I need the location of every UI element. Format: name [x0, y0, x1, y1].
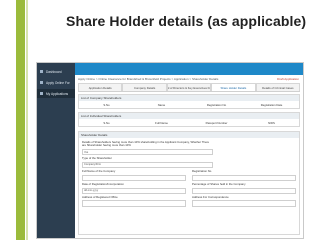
registered-address-input[interactable] [82, 200, 186, 207]
dashboard-icon [40, 70, 43, 73]
form-row: Full Name of the Company Registration No [82, 168, 296, 182]
column-header: NIDS [268, 120, 275, 125]
slide-accent-stripe [26, 0, 28, 240]
correspondence-address-input[interactable] [192, 200, 296, 207]
sidebar-item-label: Dashboard [46, 69, 62, 74]
sidebar: Dashboard Apply Online For My Applicatio… [37, 63, 75, 238]
apply-icon [40, 81, 43, 84]
top-header-bar [75, 63, 303, 75]
shareholder-type-label: Type of the Shareholder [82, 156, 112, 161]
column-header: Passport Number [205, 120, 228, 125]
slide-title: Share Holder details (as applicable) [66, 13, 307, 29]
tab-company-details[interactable]: Company Details [122, 83, 167, 91]
sidebar-item-label: My Applications [46, 91, 69, 96]
sidebar-item-label: Apply Online For [46, 80, 70, 85]
registered-address-label: Address of Registered Office [82, 195, 118, 200]
form-row: Date of Registration/Incorporation dd-mm… [82, 181, 296, 195]
individual-shareholders-panel: List of Individual Shareholders S.No Ful… [78, 112, 300, 127]
breadcrumb: Apply Online > Online Clearance for Bran… [78, 77, 219, 81]
shareholding-question-label: Details of Shareholders having more than… [82, 140, 210, 148]
column-header: S.No [103, 102, 110, 107]
shareholder-form-panel: Shareholder Details Details of Sharehold… [78, 131, 300, 235]
company-shareholders-panel: List of Company Shareholders S.No Name R… [78, 94, 300, 109]
applications-icon [40, 92, 43, 95]
registration-date-label: Date of Registration/Incorporation [82, 182, 124, 187]
shareholding-select[interactable]: Yes [82, 148, 214, 156]
tab-application-details[interactable]: Application Details [78, 83, 123, 91]
column-header: Name [157, 102, 166, 107]
tab-criminal-cases[interactable]: Details of Criminal Cases [255, 83, 301, 91]
column-header: Full Name [155, 120, 168, 125]
slide-accent-bar [16, 0, 25, 240]
status-badge: Draft Application [277, 77, 299, 81]
sidebar-item-apply-online[interactable]: Apply Online For [37, 78, 75, 87]
tab-bar: Application Details Company Details Boar… [78, 83, 301, 92]
app-screenshot: Dashboard Apply Online For My Applicatio… [36, 62, 304, 239]
registration-no-label: Registration No [192, 169, 212, 174]
sidebar-item-dashboard[interactable]: Dashboard [37, 67, 75, 76]
full-name-label: Full Name of the Company [82, 169, 116, 174]
tab-share-holder-details[interactable]: Share Holder Details [211, 83, 256, 91]
tab-board-of-directors[interactable]: Board of Directors & Key Executives Deta… [166, 83, 212, 91]
share-percentage-label: Percentage of Shares held in the Company [192, 182, 246, 187]
shareholder-form: Details of Shareholders having more than… [79, 138, 299, 208]
column-header: Registration Date [260, 102, 283, 107]
correspondence-address-label: Address For Correspondence [192, 195, 229, 200]
table-header: S.No Full Name Passport Number NIDS [79, 119, 299, 126]
table-header: S.No Name Registration No Registration D… [79, 101, 299, 108]
form-row: Address of Registered Office Address For… [82, 194, 296, 207]
column-header: S.No [103, 120, 110, 125]
column-header: Registration No [206, 102, 227, 107]
sidebar-item-my-applications[interactable]: My Applications [37, 89, 75, 98]
